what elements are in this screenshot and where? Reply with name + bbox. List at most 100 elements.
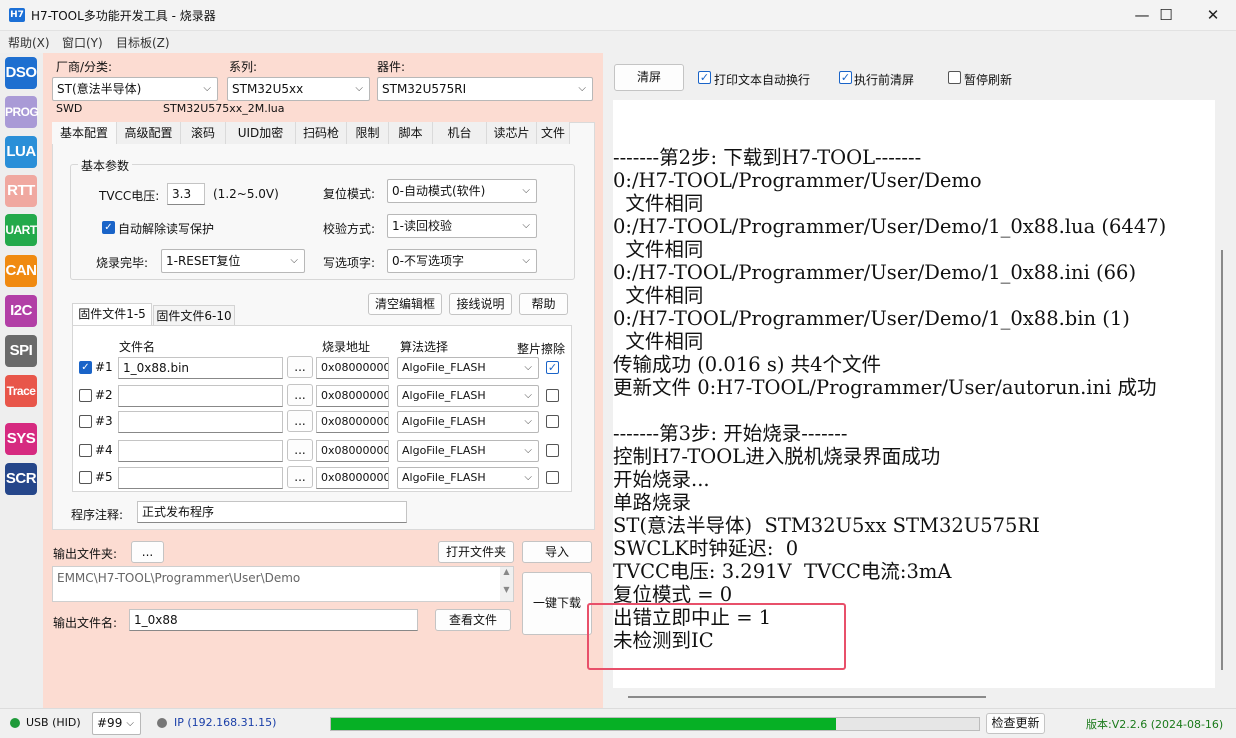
output-path-box[interactable]: EMMC\H7-TOOL\Programmer\User\Demo [52,566,514,602]
row-id: #3 [95,414,113,428]
algo-select[interactable]: AlgoFile_FLASH ⌵ [397,411,539,433]
address-input[interactable]: 0x08000000 [316,467,389,489]
console-output[interactable]: -------第2步: 下载到H7-TOOL------- 0:/H7-TOOL/… [613,100,1215,688]
status-bar: USB (HID) #99 ⌵ IP (192.168.31.15) 检查更新 版… [0,708,1236,738]
tab-6[interactable]: 脚本 [389,122,433,144]
module-spi-button[interactable]: SPI [5,335,37,367]
firmware-browse-button[interactable]: ... [287,439,313,461]
module-scr-button[interactable]: SCR [5,463,37,495]
algo-select[interactable]: AlgoFile_FLASH ⌵ [397,385,539,407]
reset-select[interactable]: 0-自动模式(软件) ⌵ [387,179,537,203]
firmware-file-input[interactable] [118,385,283,407]
module-lua-button[interactable]: LUA [5,136,37,168]
module-trace-button[interactable]: Trace [5,375,37,407]
address-input[interactable]: 0x08000000 [316,440,389,462]
algo-select[interactable]: AlgoFile_FLASH ⌵ [397,440,539,462]
firmware-browse-button[interactable]: ... [287,356,313,378]
tvcc-range: (1.2~5.0V) [213,187,279,201]
vendor-select[interactable]: ST(意法半导体) ⌵ [52,77,218,101]
check-update-button[interactable]: 检查更新 [986,713,1045,734]
output-name-input[interactable]: 1_0x88 [129,609,418,631]
auto-unlock-label: 自动解除读写保护 [118,222,215,236]
erase-checkbox[interactable] [546,415,559,428]
wrap-label: 打印文本自动换行 [714,73,811,87]
option-select[interactable]: 0-不写选项字 ⌵ [387,249,537,273]
erase-checkbox[interactable] [546,471,559,484]
help-button[interactable]: 帮助 [519,293,568,315]
menu-window[interactable]: 窗口(Y) [62,34,103,51]
tab-3[interactable]: UID加密 [226,122,296,144]
module-sys-button[interactable]: SYS [5,423,37,455]
tab-2[interactable]: 滚码 [181,122,226,144]
tab-7[interactable]: 机台 [433,122,487,144]
algo-select[interactable]: AlgoFile_FLASH ⌵ [397,357,539,379]
row-id: #4 [95,443,113,457]
firmware-browse-button[interactable]: ... [287,466,313,488]
console-line: 0:/H7-TOOL/Programmer/User/Demo/1_0x88.b… [613,307,1130,330]
address-input[interactable]: 0x08000000 [316,385,389,407]
module-dso-button[interactable]: DSO [5,57,37,89]
address-input[interactable]: 0x08000000 [316,357,389,379]
address-input[interactable]: 0x08000000 [316,411,389,433]
clear-before-checkbox[interactable]: ✓ [839,71,852,84]
tvcc-input[interactable]: 3.3 [167,183,205,205]
row-enable-checkbox[interactable]: ✓ [79,361,92,374]
auto-unlock-checkbox[interactable]: ✓ [102,221,115,234]
module-can-button[interactable]: CAN [5,255,37,287]
wiring-button[interactable]: 接线说明 [449,293,512,315]
clear-screen-button[interactable]: 清屏 [614,64,684,91]
pause-checkbox[interactable] [948,71,961,84]
scrollbar[interactable]: ▲ ▼ [500,567,513,601]
firmware-file-input[interactable] [118,440,283,462]
tab-firmware-1-5[interactable]: 固件文件1-5 [72,303,152,325]
clear-edit-button[interactable]: 清空编辑框 [368,293,442,315]
erase-checkbox[interactable] [546,444,559,457]
firmware-browse-button[interactable]: ... [287,384,313,406]
row-id: #1 [95,360,113,374]
tab-8[interactable]: 读芯片 [487,122,537,144]
module-prog-button[interactable]: PROG [5,96,39,128]
one-key-download-button[interactable]: 一键下载 [522,572,592,635]
progress-fill [331,718,837,730]
tab-1[interactable]: 高级配置 [117,122,181,144]
device-number-select[interactable]: #99 ⌵ [92,712,141,735]
open-folder-button[interactable]: 打开文件夹 [438,541,514,563]
menu-help[interactable]: 帮助(X) [8,34,50,51]
tab-4[interactable]: 扫码枪 [296,122,347,144]
row-enable-checkbox[interactable] [79,444,92,457]
close-button[interactable]: ✕ [1190,0,1236,31]
erase-checkbox[interactable]: ✓ [546,361,559,374]
chevron-down-icon: ⌵ [522,220,530,231]
output-folder-browse-button[interactable]: ... [131,541,164,563]
tab-9[interactable]: 文件 [537,122,570,144]
verify-select[interactable]: 1-读回校验 ⌵ [387,214,537,238]
algo-select[interactable]: AlgoFile_FLASH ⌵ [397,467,539,489]
done-select[interactable]: 1-RESET复位 ⌵ [161,249,305,273]
firmware-file-input[interactable] [118,467,283,489]
erase-checkbox[interactable] [546,389,559,402]
wrap-checkbox[interactable]: ✓ [698,71,711,84]
maximize-button[interactable]: ☐ [1143,0,1189,31]
series-select[interactable]: STM32U5xx ⌵ [227,77,370,101]
row-enable-checkbox[interactable] [79,415,92,428]
firmware-browse-button[interactable]: ... [287,410,313,432]
import-button[interactable]: 导入 [522,541,592,563]
row-enable-checkbox[interactable] [79,389,92,402]
part-select[interactable]: STM32U575RI ⌵ [377,77,593,101]
horizontal-scrollbar[interactable] [628,696,986,698]
comment-input[interactable]: 正式发布程序 [137,501,407,523]
tab-0[interactable]: 基本配置 [52,122,117,144]
tab-firmware-6-10[interactable]: 固件文件6-10 [153,305,235,325]
firmware-file-input[interactable]: 1_0x88.bin [118,357,283,379]
module-i2c-button[interactable]: I2C [5,295,37,327]
row-enable-checkbox[interactable] [79,471,92,484]
vertical-scrollbar[interactable] [1221,250,1223,670]
module-rtt-button[interactable]: RTT [5,175,37,207]
version-text: 版本:V2.2.6 (2024-08-16) [1086,718,1224,731]
firmware-file-input[interactable] [118,411,283,433]
view-file-button[interactable]: 查看文件 [435,609,511,631]
tab-5[interactable]: 限制 [347,122,389,144]
console-line: 控制H7-TOOL进入脱机烧录界面成功 [613,445,941,468]
menu-target[interactable]: 目标板(Z) [116,34,170,51]
module-uart-button[interactable]: UART [5,214,37,246]
